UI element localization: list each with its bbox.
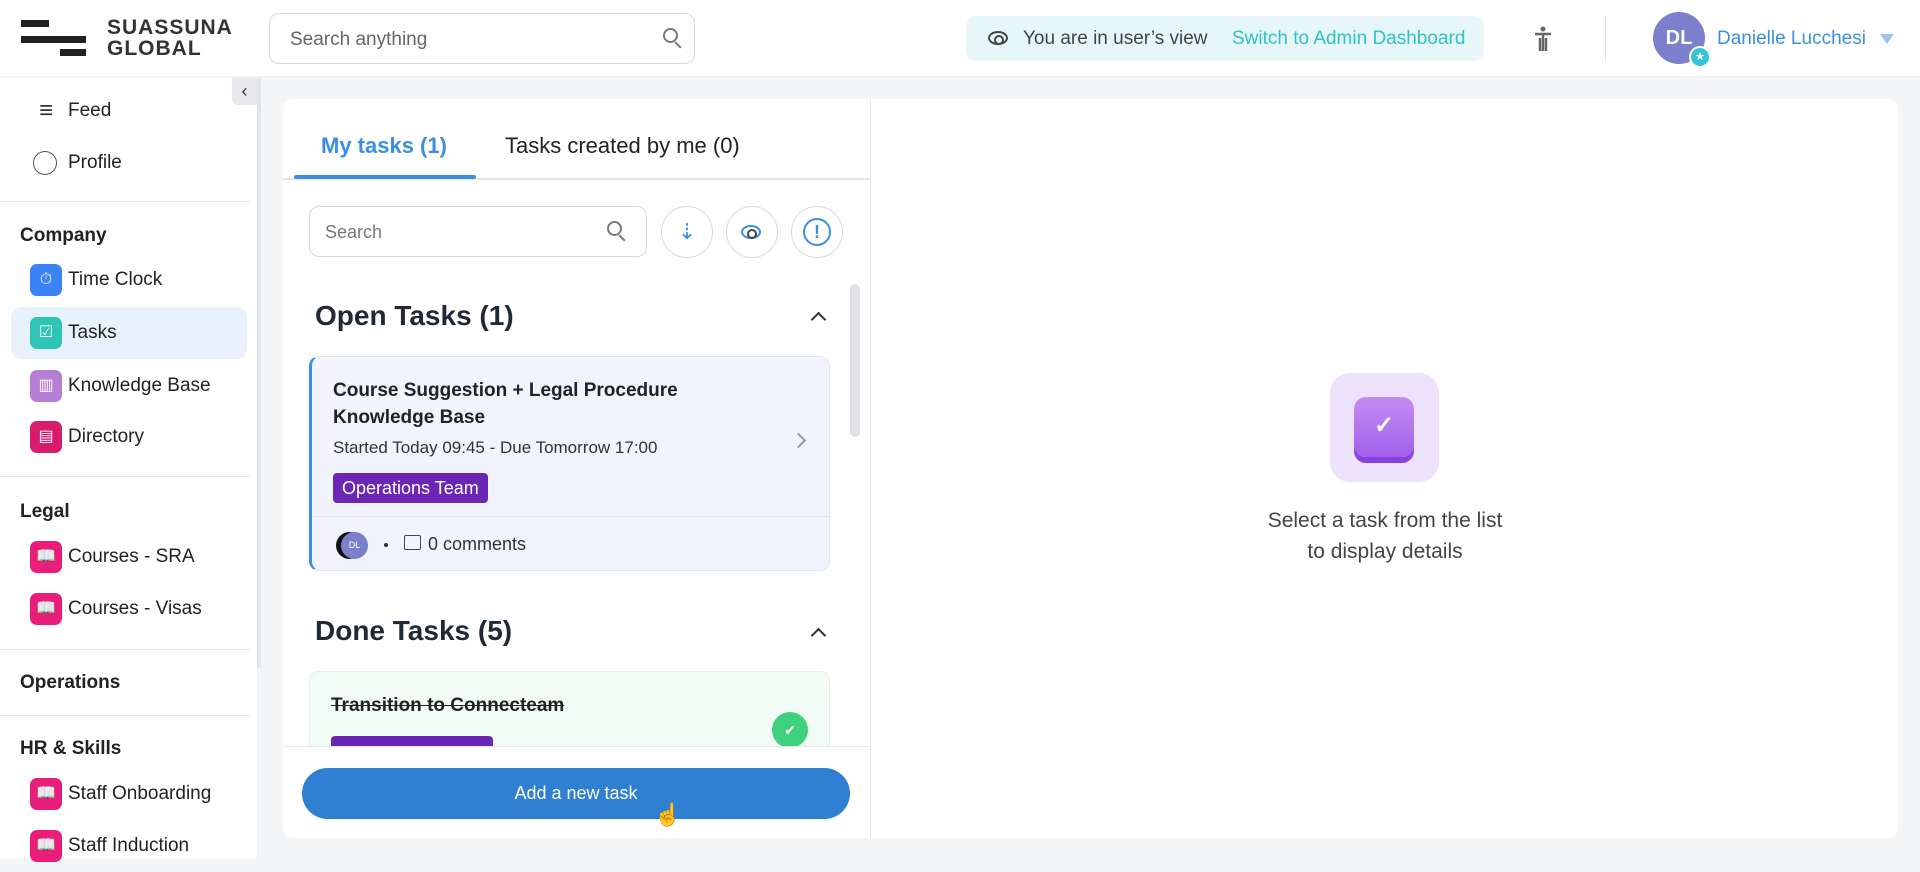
- user-name[interactable]: Danielle Lucchesi: [1717, 28, 1866, 50]
- divider: [0, 201, 250, 202]
- user-menu-caret-icon[interactable]: [1880, 34, 1894, 44]
- sidebar-item-label: Directory: [68, 426, 145, 447]
- task-title: Transition to Connecteam: [331, 695, 565, 716]
- done-task-card[interactable]: Transition to Connecteam ✔: [309, 671, 830, 746]
- sidebar-item-tasks[interactable]: ☑ Tasks: [11, 307, 247, 359]
- task-card[interactable]: Course Suggestion + Legal Procedure Know…: [309, 356, 830, 571]
- team-badge: [331, 736, 493, 746]
- collapse-sidebar-button[interactable]: ‹: [232, 78, 257, 105]
- hand-cursor-icon: ☝: [654, 802, 682, 827]
- stopwatch-icon: ⏱: [30, 264, 62, 296]
- comments-count: 0 comments: [428, 534, 527, 554]
- logo-mark: [60, 49, 86, 56]
- logo-mark: [21, 20, 49, 27]
- sidebar-item-label: Courses - Visas: [68, 598, 202, 619]
- sidebar-item-profile[interactable]: Profile: [11, 137, 247, 189]
- view-notice-text: You are in user’s view: [1023, 28, 1208, 49]
- book-icon: 📖: [30, 778, 62, 810]
- sidebar-item-directory[interactable]: ▤ Directory: [11, 411, 247, 463]
- user-view-notice: You are in user’s view Switch to Admin D…: [966, 16, 1484, 61]
- task-list-scrollbar[interactable]: [850, 284, 860, 437]
- sidebar-item-courses-sra[interactable]: 📖 Courses - SRA: [11, 531, 247, 583]
- open-tasks-heading: Open Tasks (1): [315, 300, 514, 331]
- section-heading[interactable]: Operations: [20, 672, 120, 694]
- sidebar-item-label: Time Clock: [68, 269, 163, 290]
- book-icon: 📖: [30, 541, 62, 573]
- book-icon: 📖: [30, 830, 62, 862]
- global-search-input[interactable]: Search anything: [269, 13, 695, 64]
- task-dates: Started Today 09:45 - Due Tomorrow 17:00: [333, 438, 658, 457]
- eye-icon: [988, 31, 1008, 45]
- search-placeholder: Search anything: [290, 29, 428, 50]
- sidebar-item-staff-induction[interactable]: 📖 Staff Induction: [11, 820, 247, 872]
- user-icon: [33, 151, 57, 175]
- sidebar: ≡ Feed Profile Company ⏱ Time Clock ☑ Ta…: [0, 78, 257, 862]
- separator-dot: [384, 543, 388, 547]
- section-heading: Company: [20, 225, 107, 246]
- section-heading: Legal: [20, 501, 70, 522]
- star-badge-icon: ★: [1689, 46, 1711, 68]
- divider: [283, 746, 871, 747]
- logo-text: SUASSUNA GLOBAL: [107, 16, 233, 60]
- section-heading: HR & Skills: [20, 738, 122, 759]
- add-task-button[interactable]: Add a new task: [302, 768, 850, 819]
- sidebar-item-label: Courses - SRA: [68, 546, 195, 567]
- book-icon: 📖: [30, 593, 62, 625]
- switch-admin-link[interactable]: Switch to Admin Dashboard: [1232, 28, 1465, 50]
- empty-state-text: Select a task from the list to display de…: [1267, 509, 1503, 563]
- sidebar-item-label: Tasks: [68, 322, 117, 343]
- comment-icon: [404, 535, 421, 550]
- divider: [0, 649, 250, 650]
- collapse-arrows-icon: ⇣: [677, 219, 697, 244]
- task-title: Course Suggestion + Legal Procedure Know…: [333, 380, 678, 428]
- tab-tasks-created-by-me[interactable]: Tasks created by me (0): [505, 133, 740, 159]
- sidebar-item-label: Staff Onboarding: [68, 783, 212, 804]
- sidebar-item-staff-onboarding[interactable]: 📖 Staff Onboarding: [11, 768, 247, 820]
- sidebar-item-feed[interactable]: ≡ Feed: [11, 85, 247, 137]
- menu-icon: ≡: [38, 97, 53, 124]
- priority-filter-button[interactable]: !: [791, 206, 843, 258]
- sidebar-item-label: Profile: [68, 152, 122, 173]
- sidebar-scrollbar[interactable]: [257, 78, 261, 668]
- task-check-icon: ✓: [1330, 373, 1439, 482]
- check-icon: ✔: [772, 712, 808, 746]
- search-placeholder: Search: [325, 222, 383, 242]
- sidebar-item-time-clock[interactable]: ⏱ Time Clock: [11, 254, 247, 306]
- eye-icon: [741, 225, 761, 239]
- sidebar-item-label: Knowledge Base: [68, 375, 211, 396]
- view-filter-button[interactable]: [726, 206, 778, 258]
- search-icon: [663, 28, 678, 43]
- task-search-input[interactable]: Search: [309, 206, 647, 257]
- sidebar-item-label: Staff Induction: [68, 835, 190, 856]
- sidebar-item-knowledge-base[interactable]: ▥ Knowledge Base: [11, 360, 247, 412]
- divider: [0, 476, 250, 477]
- alert-icon: !: [803, 218, 831, 246]
- divider: [312, 516, 829, 517]
- books-icon: ▥: [30, 370, 62, 402]
- active-tab-indicator: [294, 175, 476, 179]
- logo-mark: [21, 36, 86, 43]
- assignee-avatar: DL: [341, 532, 368, 559]
- accessibility-icon[interactable]: [1533, 26, 1553, 52]
- sidebar-item-courses-visas[interactable]: 📖 Courses - Visas: [11, 583, 247, 635]
- contacts-icon: ▤: [30, 421, 62, 453]
- search-icon: [607, 221, 622, 236]
- chevron-right-icon: [790, 432, 807, 449]
- tasks-icon: ☑: [30, 317, 62, 349]
- team-badge: Operations Team: [333, 473, 488, 503]
- divider: [0, 715, 250, 716]
- tab-my-tasks[interactable]: My tasks (1): [321, 133, 447, 159]
- collapse-all-button[interactable]: ⇣: [661, 206, 713, 258]
- done-tasks-heading: Done Tasks (5): [315, 615, 513, 646]
- sidebar-item-label: Feed: [68, 100, 112, 121]
- header-divider: [1605, 16, 1606, 62]
